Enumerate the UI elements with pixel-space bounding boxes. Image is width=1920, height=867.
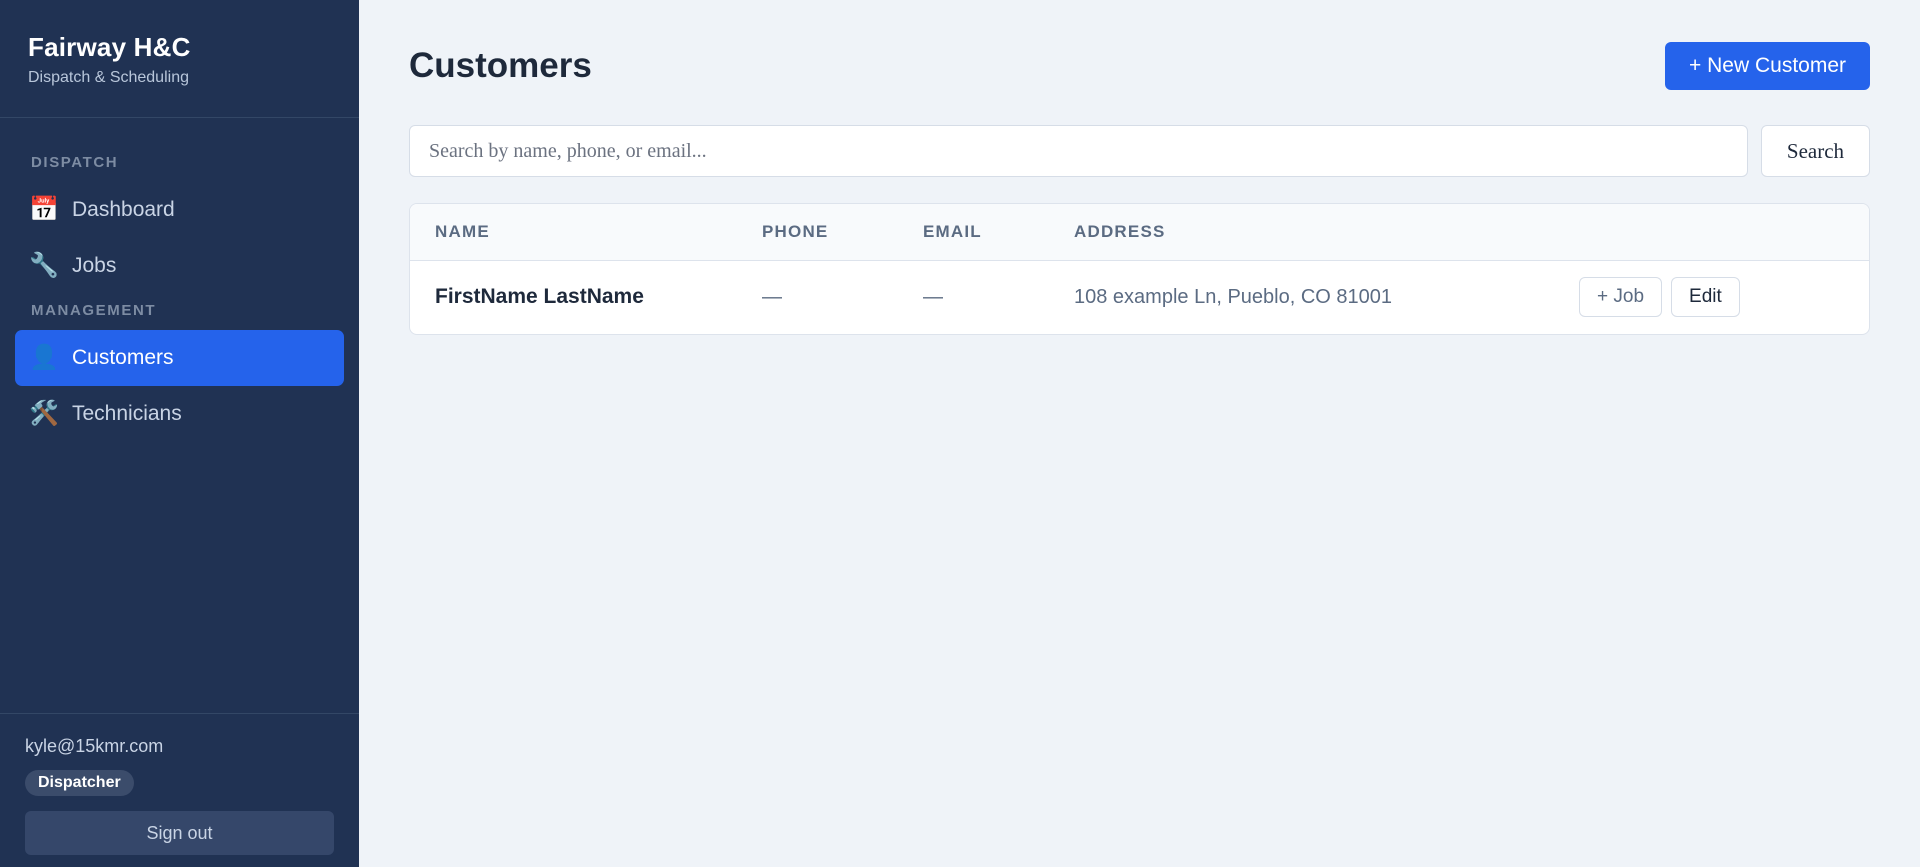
search-input[interactable] [409,125,1748,177]
page-title: Customers [409,46,592,85]
sidebar-nav: DISPATCH 📅 Dashboard 🔧 Jobs MANAGEMENT 👤… [0,118,359,442]
new-customer-button[interactable]: + New Customer [1665,42,1870,90]
sidebar-item-technicians[interactable]: 🛠️ Technicians [15,386,344,442]
sidebar: Fairway H&C Dispatch & Scheduling DISPAT… [0,0,359,867]
brand-title: Fairway H&C [28,32,191,62]
calendar-icon: 📅 [29,196,59,223]
sidebar-item-label: Jobs [72,254,117,277]
column-header-phone[interactable]: PHONE [762,204,923,261]
role-badge: Dispatcher [25,770,134,796]
brand: Fairway H&C Dispatch & Scheduling [0,0,359,118]
customer-phone: — [762,285,782,308]
sign-out-button[interactable]: Sign out [25,811,334,855]
table-row[interactable]: FirstName LastName — — 108 example Ln, P… [410,260,1869,334]
tools-icon: 🛠️ [29,400,59,427]
customer-email: — [923,285,943,308]
customers-table: NAME PHONE EMAIL ADDRESS FirstName LastN… [409,203,1870,335]
sidebar-item-customers[interactable]: 👤 Customers [15,330,344,386]
sidebar-item-dashboard[interactable]: 📅 Dashboard [15,182,344,238]
wrench-icon: 🔧 [29,252,59,279]
row-actions: + Job Edit [1579,260,1869,334]
nav-section-dispatch: DISPATCH [31,154,119,171]
table-header-row: NAME PHONE EMAIL ADDRESS [410,204,1869,261]
sidebar-item-jobs[interactable]: 🔧 Jobs [15,238,344,294]
user-email: kyle@15kmr.com [25,736,164,756]
nav-section-management: MANAGEMENT [31,302,157,319]
sidebar-item-label: Dashboard [72,198,175,221]
search-button[interactable]: Search [1761,125,1870,177]
edit-customer-button[interactable]: Edit [1671,277,1740,318]
column-header-actions [1579,204,1869,261]
search-row: Search [409,125,1870,177]
sidebar-item-label: Technicians [72,402,182,425]
column-header-address[interactable]: ADDRESS [1074,204,1579,261]
main-content: Customers + New Customer Search NAME PHO… [359,0,1920,867]
person-icon: 👤 [29,344,59,371]
customer-name[interactable]: FirstName LastName [410,260,762,334]
customer-address: 108 example Ln, Pueblo, CO 81001 [1074,285,1392,308]
sidebar-item-label: Customers [72,346,174,369]
sidebar-footer: kyle@15kmr.com Dispatcher Sign out [0,713,359,867]
column-header-email[interactable]: EMAIL [923,204,1074,261]
page-header: Customers + New Customer [409,0,1870,125]
brand-subtitle: Dispatch & Scheduling [28,69,189,86]
add-job-button[interactable]: + Job [1579,277,1663,318]
column-header-name[interactable]: NAME [410,204,762,261]
